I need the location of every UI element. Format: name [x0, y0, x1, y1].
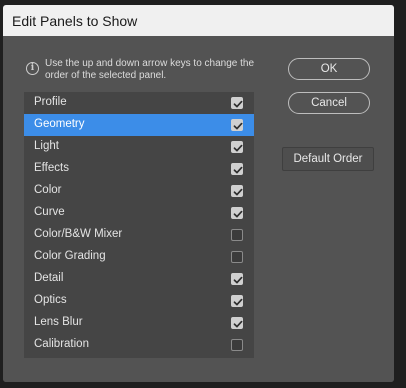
- panel-visibility-checkbox[interactable]: [231, 317, 243, 329]
- panel-row-label: Geometry: [34, 118, 85, 130]
- panel-visibility-checkbox[interactable]: [231, 229, 243, 241]
- panel-row[interactable]: Color/B&W Mixer: [24, 224, 254, 246]
- panel-visibility-checkbox[interactable]: [231, 141, 243, 153]
- panel-visibility-checkbox[interactable]: [231, 251, 243, 263]
- panel-visibility-checkbox[interactable]: [231, 163, 243, 175]
- panel-row[interactable]: Detail: [24, 268, 254, 290]
- info-text: Use the up and down arrow keys to change…: [45, 58, 255, 81]
- checkmark-icon: [233, 320, 243, 328]
- checkmark-icon: [233, 100, 243, 108]
- edit-panels-dialog: Edit Panels to Show i Use the up and dow…: [3, 5, 394, 382]
- panel-visibility-checkbox[interactable]: [231, 339, 243, 351]
- panel-row[interactable]: Calibration: [24, 334, 254, 356]
- panel-row-label: Calibration: [34, 338, 89, 350]
- panel-visibility-checkbox[interactable]: [231, 207, 243, 219]
- checkmark-icon: [233, 298, 243, 306]
- panel-row[interactable]: Curve: [24, 202, 254, 224]
- panel-row-label: Profile: [34, 96, 67, 108]
- ok-button[interactable]: OK: [288, 58, 370, 80]
- panel-row[interactable]: Profile: [24, 92, 254, 114]
- panel-row[interactable]: Geometry: [24, 114, 254, 136]
- panel-row-label: Effects: [34, 162, 69, 174]
- checkmark-icon: [233, 276, 243, 284]
- panel-row[interactable]: Optics: [24, 290, 254, 312]
- title-bar[interactable]: Edit Panels to Show: [3, 5, 394, 36]
- panel-visibility-checkbox[interactable]: [231, 97, 243, 109]
- cancel-button[interactable]: Cancel: [288, 92, 370, 114]
- panel-row[interactable]: Lens Blur: [24, 312, 254, 334]
- info-icon: i: [26, 62, 39, 75]
- checkmark-icon: [233, 188, 243, 196]
- default-order-button[interactable]: Default Order: [282, 147, 374, 171]
- panel-visibility-checkbox[interactable]: [231, 119, 243, 131]
- checkmark-icon: [233, 166, 243, 174]
- panel-row[interactable]: Light: [24, 136, 254, 158]
- panel-row-label: Light: [34, 140, 59, 152]
- panel-list[interactable]: Profile Geometry Light Effects Color Curve Col…: [24, 92, 254, 358]
- panel-row-label: Color Grading: [34, 250, 106, 262]
- panel-row-label: Color: [34, 184, 62, 196]
- panel-row-label: Optics: [34, 294, 67, 306]
- panel-row-label: Detail: [34, 272, 64, 284]
- checkmark-icon: [233, 210, 243, 218]
- checkmark-icon: [233, 144, 243, 152]
- panel-row[interactable]: Color: [24, 180, 254, 202]
- dialog-content: i Use the up and down arrow keys to chan…: [3, 36, 394, 382]
- panel-row-label: Curve: [34, 206, 65, 218]
- panel-row-label: Lens Blur: [34, 316, 83, 328]
- checkmark-icon: [233, 122, 243, 130]
- panel-visibility-checkbox[interactable]: [231, 273, 243, 285]
- panel-row[interactable]: Color Grading: [24, 246, 254, 268]
- panel-visibility-checkbox[interactable]: [231, 185, 243, 197]
- panel-row[interactable]: Effects: [24, 158, 254, 180]
- panel-row-label: Color/B&W Mixer: [34, 228, 123, 240]
- dialog-title: Edit Panels to Show: [12, 13, 138, 29]
- panel-visibility-checkbox[interactable]: [231, 295, 243, 307]
